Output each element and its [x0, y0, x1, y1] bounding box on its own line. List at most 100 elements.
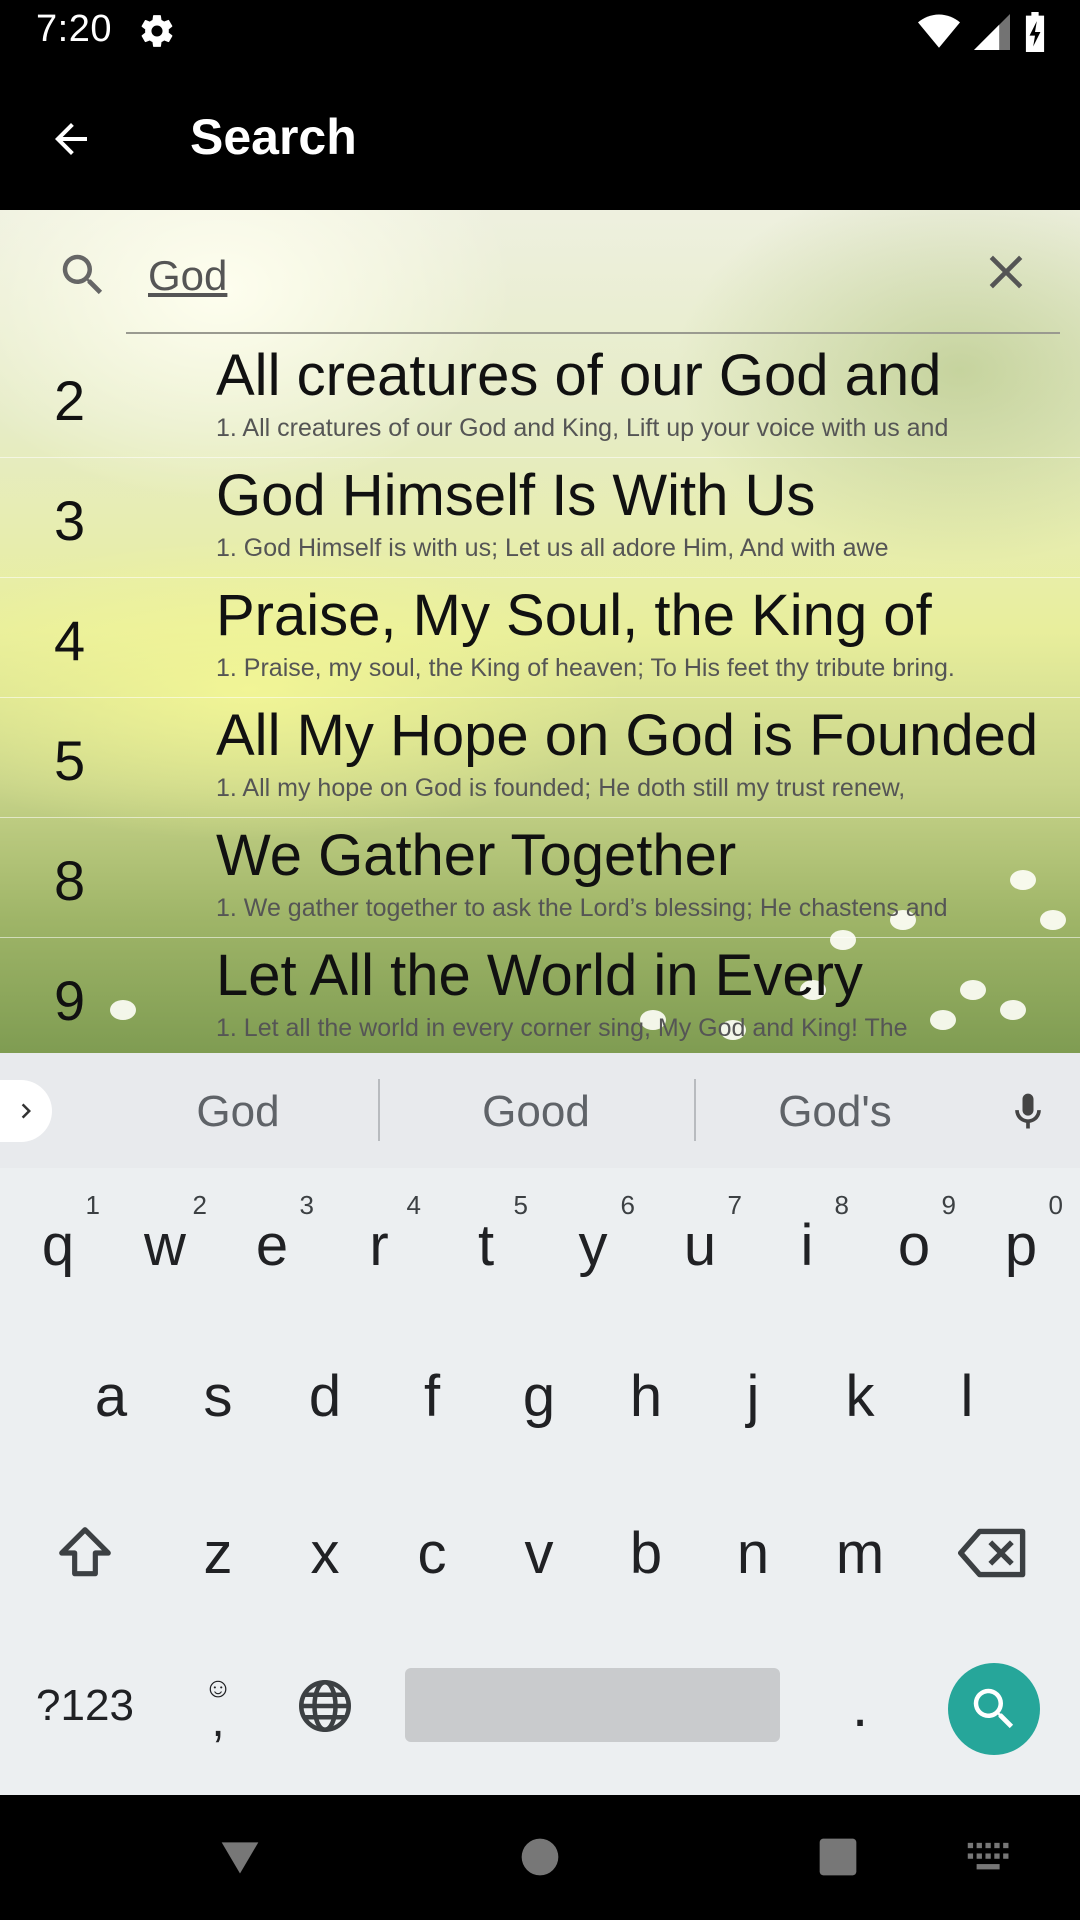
key-i[interactable]: i8: [757, 1180, 857, 1310]
key-hint: 9: [941, 1190, 956, 1220]
search-action-key[interactable]: [948, 1663, 1040, 1755]
microphone-icon[interactable]: [1006, 1085, 1050, 1139]
recents-square-icon[interactable]: [816, 1835, 860, 1879]
search-bar: [0, 210, 1080, 334]
key-label: e: [255, 1212, 289, 1278]
home-circle-icon[interactable]: [518, 1835, 562, 1879]
key-label: h: [629, 1363, 663, 1429]
cell-signal-icon: [974, 14, 1010, 50]
key-hint: 2: [192, 1190, 207, 1220]
search-content: 2 All creatures of our God and 1. All cr…: [0, 210, 1080, 1053]
key-label: d: [308, 1363, 342, 1429]
key-hint: 5: [513, 1190, 528, 1220]
key-label: b: [629, 1520, 663, 1586]
back-button[interactable]: [36, 104, 106, 174]
key-v[interactable]: v: [489, 1488, 589, 1618]
key-label: q: [41, 1212, 75, 1278]
key-h[interactable]: h: [596, 1331, 696, 1461]
key-m[interactable]: m: [810, 1488, 910, 1618]
suggestion-3[interactable]: God's: [705, 1087, 965, 1137]
key-f[interactable]: f: [382, 1331, 482, 1461]
hymn-snippet: 1. We gather together to ask the Lord’s …: [216, 894, 948, 922]
search-underline: [126, 332, 1060, 334]
search-input[interactable]: [148, 246, 948, 306]
navigation-bar: [0, 1795, 1080, 1920]
key-p[interactable]: p0: [971, 1180, 1071, 1310]
key-k[interactable]: k: [810, 1331, 910, 1461]
key-s[interactable]: s: [168, 1331, 268, 1461]
hymn-snippet: 1. Praise, my soul, the King of heaven; …: [216, 654, 955, 682]
period-key[interactable]: .: [810, 1641, 910, 1771]
hymn-number: 3: [54, 489, 86, 552]
key-label: ,: [211, 1694, 225, 1747]
list-item[interactable]: 8 We Gather Together 1. We gather togeth…: [0, 818, 1080, 938]
key-d[interactable]: d: [275, 1331, 375, 1461]
key-hint: 3: [299, 1190, 314, 1220]
back-triangle-icon[interactable]: [218, 1835, 262, 1879]
key-label: j: [746, 1363, 760, 1429]
list-item[interactable]: 5 All My Hope on God is Founded 1. All m…: [0, 698, 1080, 818]
keyboard-switch-icon[interactable]: [966, 1839, 1012, 1875]
key-label: i: [800, 1212, 814, 1278]
shift-icon: [59, 1527, 111, 1577]
soft-keyboard: God Good God's q1 w2 e3 r4 t5 y6 u7 i8 o…: [0, 1053, 1080, 1795]
key-label: r: [369, 1212, 389, 1278]
key-l[interactable]: l: [917, 1331, 1017, 1461]
key-o[interactable]: o9: [864, 1180, 964, 1310]
expand-suggestions-button[interactable]: [0, 1080, 52, 1142]
comma-emoji-key[interactable]: ☺ ,: [168, 1641, 268, 1771]
key-b[interactable]: b: [596, 1488, 696, 1618]
key-y[interactable]: y6: [543, 1180, 643, 1310]
key-label: .: [851, 1673, 869, 1739]
suggestion-2[interactable]: Good: [406, 1087, 666, 1137]
key-z[interactable]: z: [168, 1488, 268, 1618]
close-icon[interactable]: [978, 244, 1034, 300]
spacebar[interactable]: [405, 1668, 780, 1742]
key-label: v: [524, 1520, 554, 1586]
key-hint: 8: [834, 1190, 849, 1220]
suggestion-divider: [378, 1079, 380, 1141]
key-j[interactable]: j: [703, 1331, 803, 1461]
key-label: w: [144, 1212, 186, 1278]
suggestion-1[interactable]: God: [108, 1087, 368, 1137]
key-label: m: [835, 1520, 885, 1586]
key-u[interactable]: u7: [650, 1180, 750, 1310]
search-icon: [973, 1688, 1014, 1729]
hymn-number: 2: [54, 369, 86, 432]
key-r[interactable]: r4: [329, 1180, 429, 1310]
key-n[interactable]: n: [703, 1488, 803, 1618]
key-label: t: [477, 1212, 495, 1278]
hymn-snippet: 1. Let all the world in every corner sin…: [216, 1014, 908, 1042]
key-t[interactable]: t5: [436, 1180, 536, 1310]
hymn-number: 4: [54, 609, 86, 672]
shift-key[interactable]: [35, 1488, 135, 1618]
battery-charging-icon: [1025, 12, 1045, 52]
hymn-title: Praise, My Soul, the King of: [216, 583, 932, 648]
key-w[interactable]: w2: [115, 1180, 215, 1310]
key-g[interactable]: g: [489, 1331, 589, 1461]
key-a[interactable]: a: [61, 1331, 161, 1461]
key-e[interactable]: e3: [222, 1180, 322, 1310]
key-q[interactable]: q1: [8, 1180, 108, 1310]
language-key[interactable]: [275, 1641, 375, 1771]
hymn-title: God Himself Is With Us: [216, 463, 816, 528]
hymn-title: We Gather Together: [216, 823, 737, 888]
list-item[interactable]: 3 God Himself Is With Us 1. God Himself …: [0, 458, 1080, 578]
key-label: f: [423, 1363, 441, 1429]
key-c[interactable]: c: [382, 1488, 482, 1618]
wifi-icon: [918, 14, 960, 48]
key-label: z: [203, 1520, 233, 1586]
key-x[interactable]: x: [275, 1488, 375, 1618]
backspace-key[interactable]: [943, 1488, 1043, 1618]
list-item[interactable]: 2 All creatures of our God and 1. All cr…: [0, 338, 1080, 458]
key-label: l: [960, 1363, 974, 1429]
suggestion-strip: God Good God's: [0, 1053, 1080, 1168]
arrow-back-icon: [55, 123, 87, 155]
key-hint: 0: [1048, 1190, 1063, 1220]
key-label: n: [736, 1520, 770, 1586]
symbols-key[interactable]: ?123: [20, 1641, 150, 1771]
key-label: g: [522, 1363, 556, 1429]
key-label: y: [578, 1212, 608, 1278]
list-item[interactable]: 4 Praise, My Soul, the King of 1. Praise…: [0, 578, 1080, 698]
list-item[interactable]: 9 Let All the World in Every 1. Let all …: [0, 938, 1080, 1053]
